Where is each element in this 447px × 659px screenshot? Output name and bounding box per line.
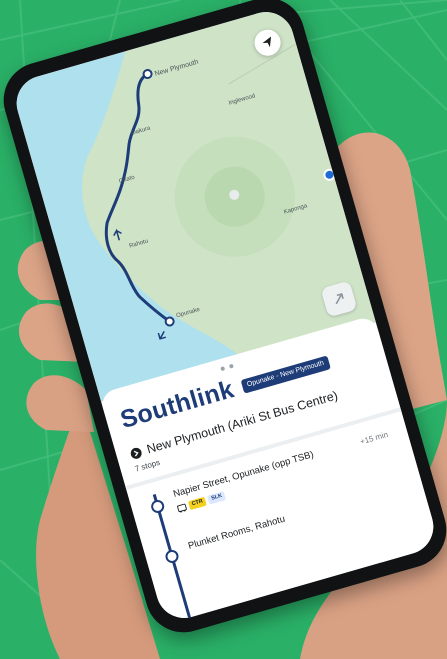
service-tag-ctr: CTR [187, 496, 208, 511]
route-end-new-plymouth [142, 69, 153, 80]
sheet-handle[interactable] [220, 363, 234, 372]
stop-name[interactable]: Plunket Rooms, Rahotu [187, 514, 286, 552]
chevron-circle-icon [129, 446, 143, 460]
service-tag-slk: SLK [207, 491, 227, 505]
route-start-opunake [164, 316, 175, 327]
stops-count: 7 stops [133, 457, 162, 474]
stop-marker [149, 498, 166, 515]
stop-marker [163, 548, 181, 565]
navigation-arrow-icon [262, 36, 272, 48]
route-badge: Opunake - New Plymouth [240, 355, 331, 394]
stop-name[interactable]: Napier Street, Opunake (opp TSB) [172, 449, 315, 500]
stop-time-offset: +15 min [359, 429, 390, 447]
bus-icon [176, 503, 187, 513]
share-arrow-icon [335, 293, 344, 305]
